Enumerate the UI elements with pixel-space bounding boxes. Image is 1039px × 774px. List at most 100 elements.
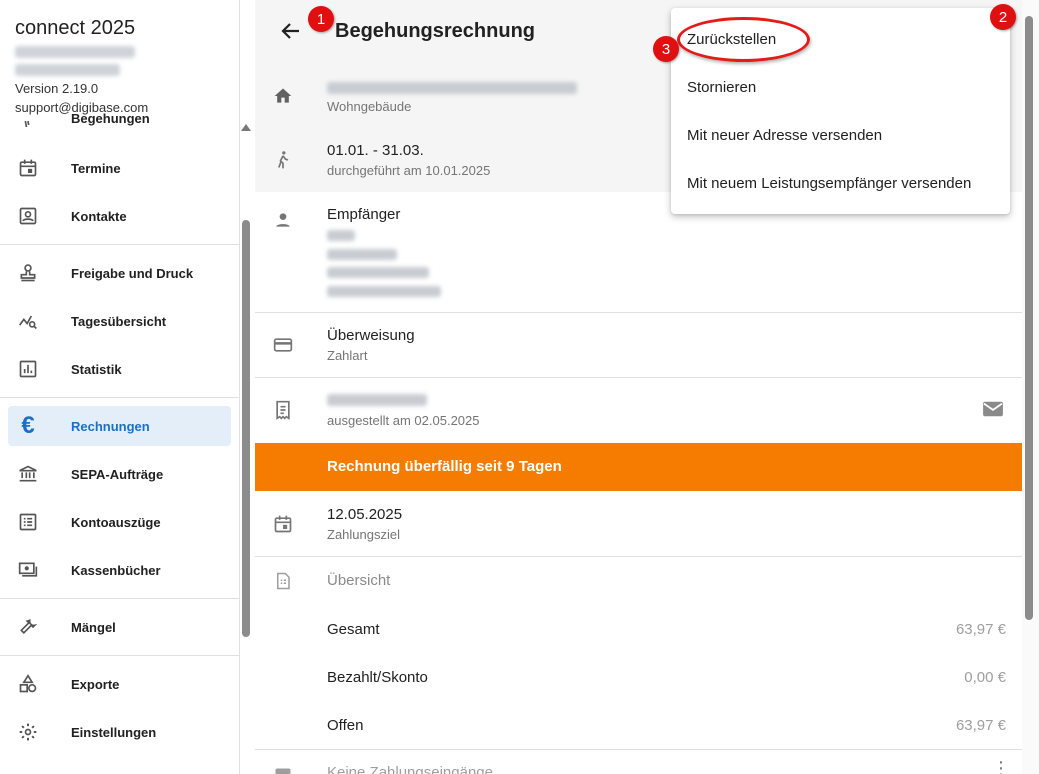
nav-divider [0, 397, 239, 398]
overview-label: Übersicht [327, 572, 391, 589]
more-vert-icon[interactable]: ⋮ [992, 759, 1010, 774]
redacted-address [327, 82, 577, 94]
app-version: Version 2.19.0 [15, 81, 99, 96]
euro-icon: € [21, 412, 35, 439]
sidebar-item-exporte[interactable]: Exporte [8, 664, 231, 704]
sidebar-item-label: Kassenbücher [71, 562, 161, 578]
redacted-recipient-line [327, 249, 397, 260]
bank-icon [16, 462, 40, 486]
due-date-label: Zahlungsziel [327, 527, 400, 542]
sidebar-item-label: Exporte [71, 676, 120, 692]
home-icon [271, 84, 295, 108]
total-value: 63,97 € [955, 621, 1006, 638]
contacts-icon [16, 204, 40, 228]
payments-label: Keine Zahlungseingänge [327, 764, 493, 774]
sidebar-item-begehungen[interactable]: Begehungen [8, 101, 231, 127]
redacted-recipient-line [327, 267, 429, 278]
invoice-number-row[interactable]: ausgestellt am 02.05.2025 [255, 378, 1022, 442]
payment-method-label: Zahlart [327, 348, 368, 363]
paid-value: 0,00 € [964, 669, 1006, 686]
menu-item-stornieren[interactable]: Stornieren [671, 64, 1010, 112]
cash-icon [16, 558, 40, 582]
sidebar-item-rechnungen[interactable]: € Rechnungen [8, 406, 231, 446]
menu-item-label: Mit neuer Adresse versenden [687, 127, 883, 144]
redacted-invoice-number [327, 394, 427, 406]
overdue-text: Rechnung überfällig seit 9 Tagen [327, 458, 562, 475]
redacted-account-line [15, 46, 135, 58]
nav-divider [0, 598, 239, 599]
sidebar-item-label: SEPA-Aufträge [71, 466, 164, 482]
step-badge-3: 3 [653, 36, 679, 62]
bar-chart-icon [16, 357, 40, 381]
issued-date: ausgestellt am 02.05.2025 [327, 413, 480, 428]
sidebar-item-label: Kontoauszüge [71, 514, 161, 530]
payment-method: Überweisung [327, 327, 415, 344]
sidebar-item-termine[interactable]: Termine [8, 148, 231, 188]
payment-method-row[interactable]: Überweisung Zahlart [255, 313, 1022, 377]
due-date: 12.05.2025 [327, 506, 403, 523]
recipient-label: Empfänger [327, 206, 401, 223]
sidebar-item-label: Rechnungen [71, 418, 150, 434]
building-type: Wohngebäude [327, 99, 412, 114]
stamp-icon [16, 261, 40, 285]
app-title: connect 2025 [15, 17, 136, 39]
sidebar-item-statistik[interactable]: Statistik [8, 349, 231, 389]
sidebar-item-maengel[interactable]: Mängel [8, 607, 231, 647]
period: 01.01. - 31.03. [327, 142, 424, 159]
open-value: 63,97 € [955, 717, 1006, 734]
total-label: Gesamt [327, 621, 380, 638]
sidebar: connect 2025 Version 2.19.0 support@digi… [0, 0, 240, 774]
receipt-icon [271, 398, 295, 422]
walk-icon [271, 148, 295, 172]
gear-icon [16, 720, 40, 744]
sidebar-item-freigabe[interactable]: Freigabe und Druck [8, 253, 231, 293]
sidebar-scroll-up-arrow[interactable] [241, 124, 251, 131]
nav-divider [0, 655, 239, 656]
walk-icon [16, 113, 40, 127]
wrench-icon [16, 615, 40, 639]
person-icon [271, 208, 295, 232]
performed-date: durchgeführt am 10.01.2025 [327, 163, 491, 178]
sidebar-item-kontakte[interactable]: Kontakte [8, 196, 231, 236]
back-arrow-icon[interactable] [279, 19, 303, 43]
sidebar-item-label: Einstellungen [71, 724, 157, 740]
highlight-ellipse [677, 17, 810, 62]
payment-icon [271, 764, 295, 774]
menu-item-neuer-leistungsempfaenger[interactable]: Mit neuem Leistungsempfänger versenden [671, 160, 1010, 208]
main-scrollbar[interactable] [1025, 16, 1033, 620]
menu-item-neue-adresse[interactable]: Mit neuer Adresse versenden [671, 112, 1010, 160]
sidebar-item-label: Kontakte [71, 208, 127, 224]
open-label: Offen [327, 717, 364, 734]
payments-row[interactable]: Keine Zahlungseingänge ⋮ [255, 750, 1022, 774]
step-badge-1: 1 [308, 6, 334, 32]
due-date-row[interactable]: 12.05.2025 Zahlungsziel [255, 492, 1022, 556]
calendar-icon [271, 512, 295, 536]
credit-card-icon [271, 333, 295, 357]
calendar-icon [16, 156, 40, 180]
sidebar-item-label: Tagesübersicht [71, 313, 167, 329]
sidebar-scrollbar[interactable] [242, 220, 250, 637]
page-title: Begehungsrechnung [335, 20, 536, 42]
sidebar-item-einstellungen[interactable]: Einstellungen [8, 712, 231, 752]
overdue-banner: Rechnung überfällig seit 9 Tagen [255, 443, 1022, 491]
sidebar-item-label: Statistik [71, 361, 122, 377]
sidebar-item-sepa[interactable]: SEPA-Aufträge [8, 454, 231, 494]
list-icon [16, 510, 40, 534]
overview-header: Übersicht [255, 557, 1022, 605]
step-badge-2: 2 [990, 4, 1016, 30]
redacted-account-line [15, 64, 120, 76]
menu-item-label: Mit neuem Leistungsempfänger versenden [687, 175, 972, 192]
shapes-icon [16, 672, 40, 696]
redacted-recipient-line [327, 230, 355, 241]
menu-item-label: Stornieren [687, 79, 757, 96]
sidebar-item-kontoauszuege[interactable]: Kontoauszüge [8, 502, 231, 542]
nav-divider [0, 244, 239, 245]
sidebar-item-label: Freigabe und Druck [71, 265, 194, 281]
email-icon[interactable] [982, 400, 1004, 423]
sidebar-item-label: Begehungen [71, 111, 150, 126]
sidebar-item-tagesuebersicht[interactable]: Tagesübersicht [8, 301, 231, 341]
sidebar-item-kassenbuecher[interactable]: Kassenbücher [8, 550, 231, 590]
paid-label: Bezahlt/Skonto [327, 669, 428, 686]
redacted-recipient-line [327, 286, 441, 297]
document-icon [271, 569, 295, 593]
